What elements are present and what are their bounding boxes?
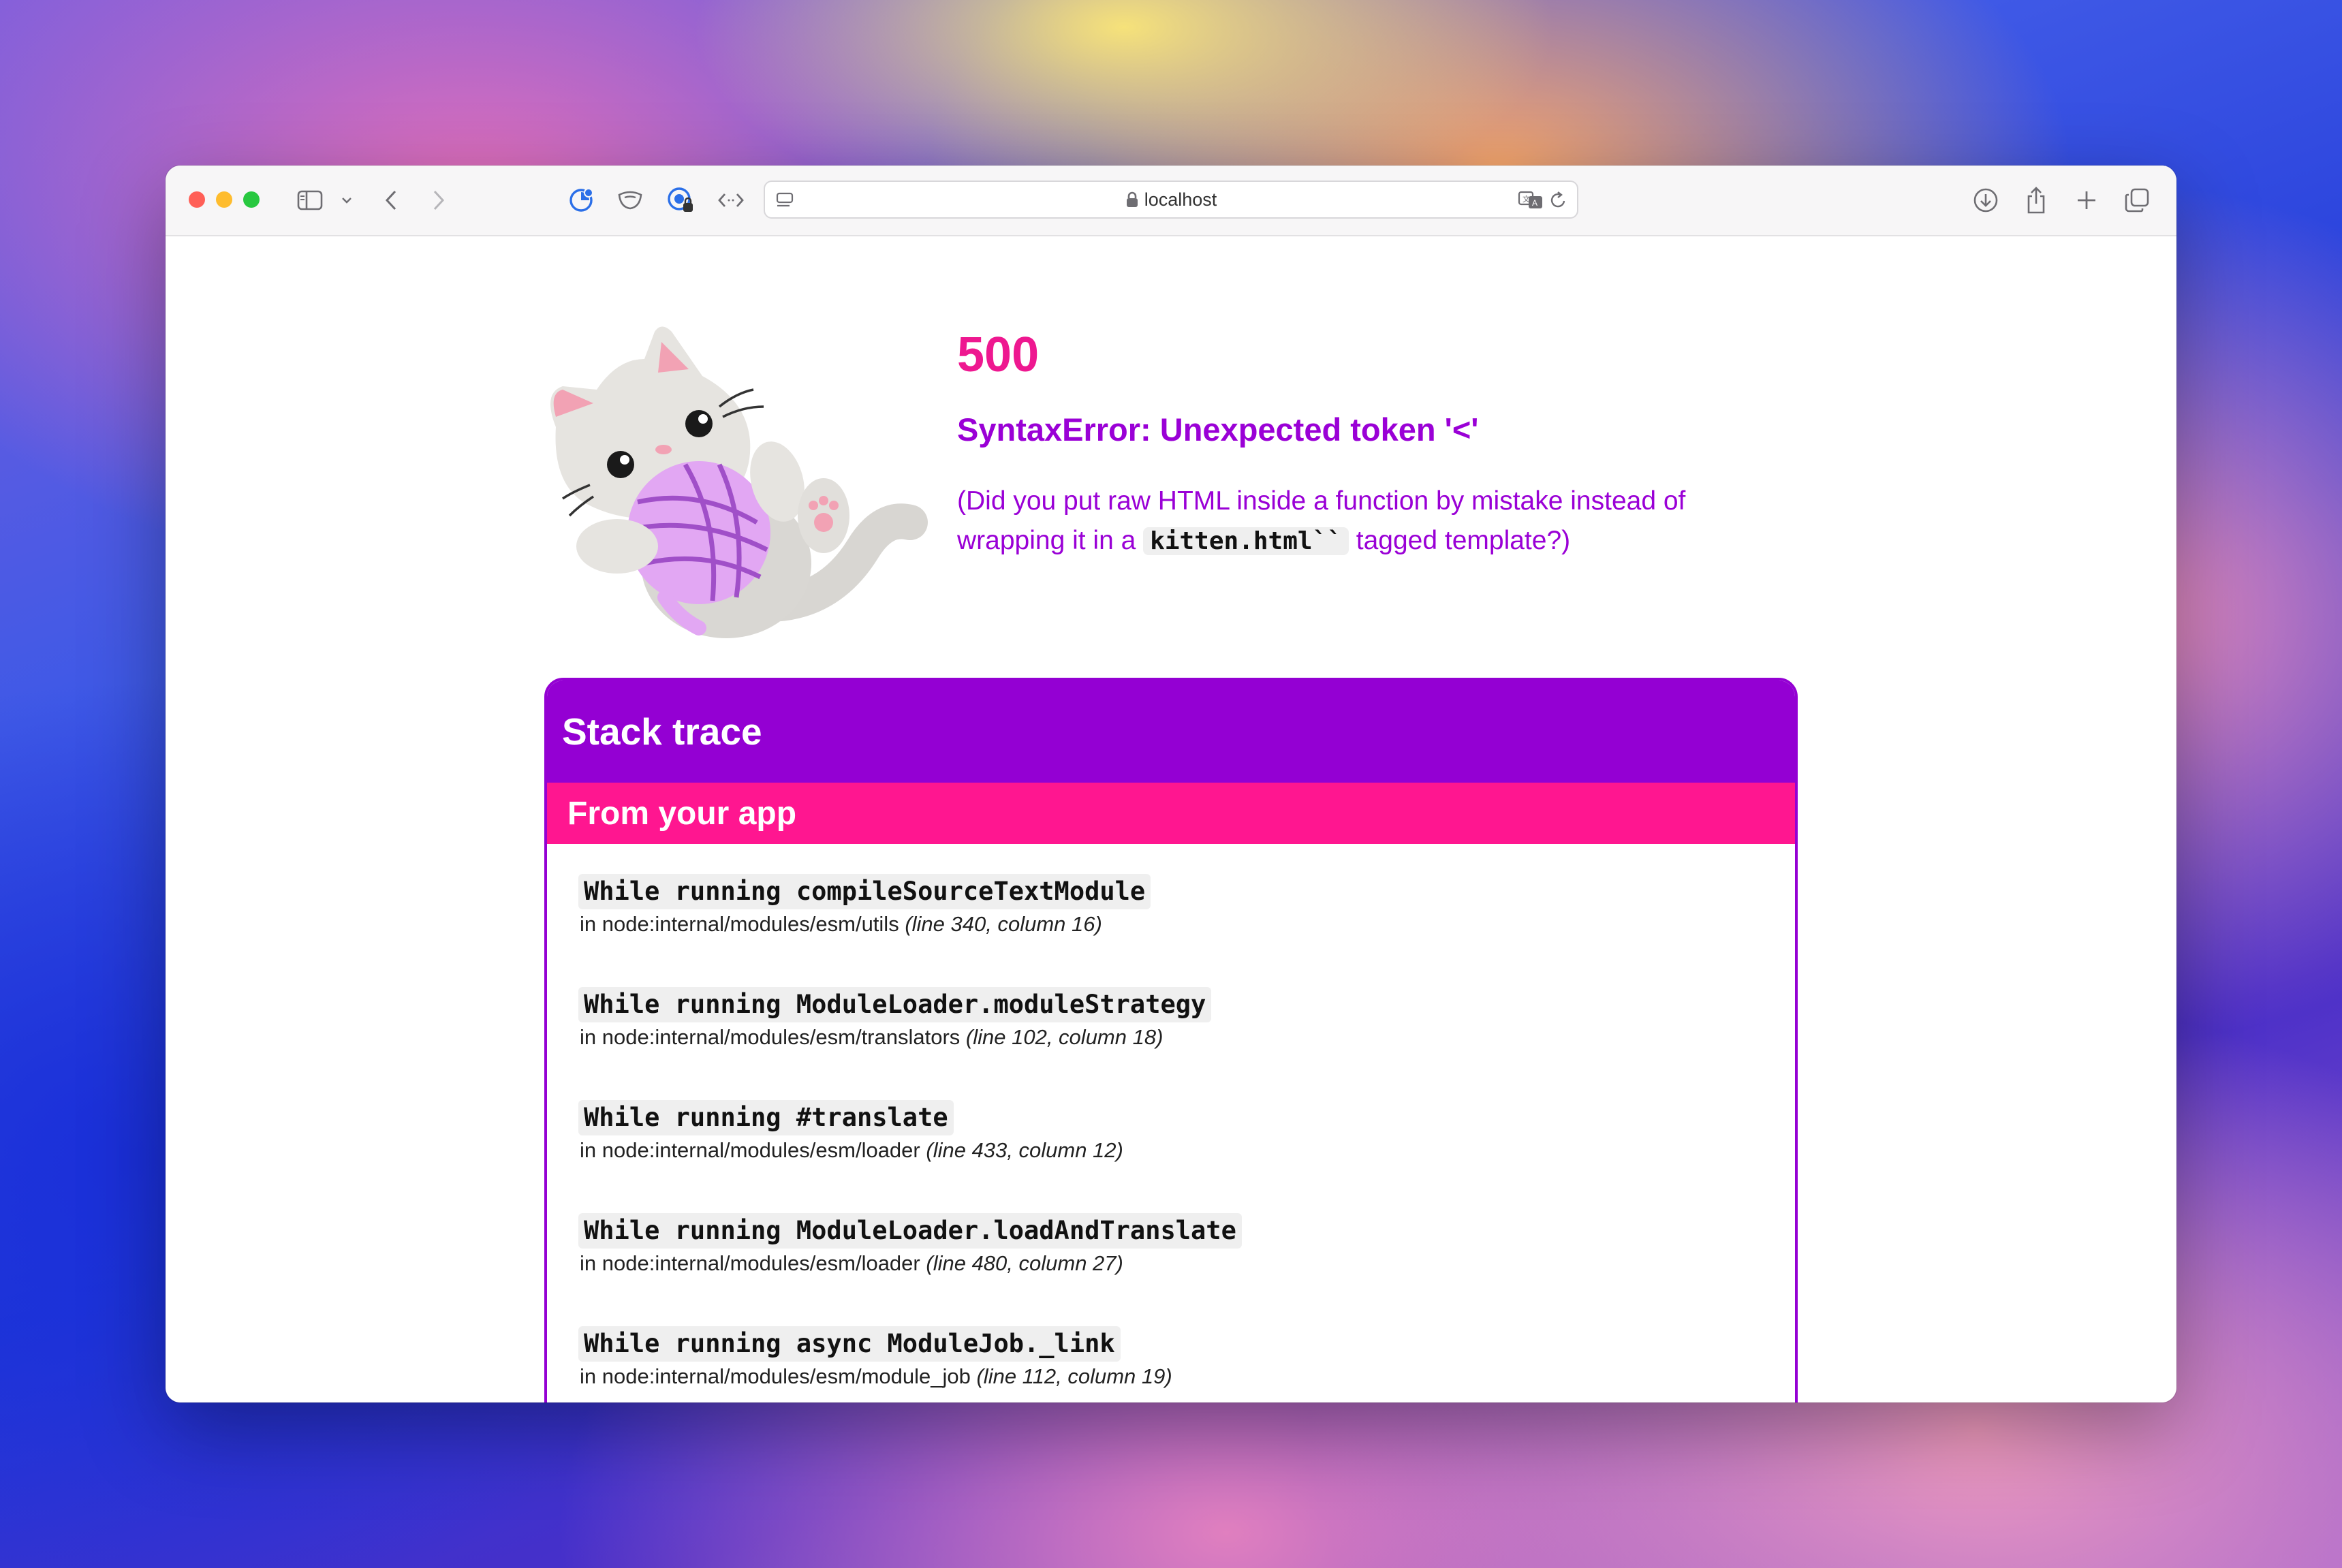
- extension-icon[interactable]: [566, 183, 596, 217]
- code-icon[interactable]: [716, 183, 746, 217]
- svg-text:A: A: [1532, 198, 1537, 208]
- url-text: localhost: [1144, 189, 1217, 210]
- stack-frame-function: While running #translate: [578, 1100, 954, 1135]
- stack-frame-position: (line 340, column 16): [905, 912, 1102, 936]
- browser-window: localhost 文A 500 SyntaxError: Unexpected…: [166, 166, 2176, 1402]
- stack-frame: While running ModuleLoader.loadAndTransl…: [578, 1213, 1795, 1326]
- stack-frame: While running #translate in node:interna…: [578, 1100, 1795, 1213]
- stack-frame-file: in node:internal/modules/esm/loader: [580, 1138, 920, 1162]
- translate-icon[interactable]: 文A: [1517, 183, 1544, 217]
- stack-frame-position: (line 433, column 12): [926, 1138, 1123, 1162]
- back-icon[interactable]: [382, 183, 400, 217]
- stack-frame-file: in node:internal/modules/esm/translators: [580, 1025, 961, 1049]
- lock-icon: [1125, 191, 1139, 208]
- reload-icon[interactable]: [1548, 183, 1569, 217]
- stack-frame: While running ModuleLoader.moduleStrateg…: [578, 987, 1795, 1100]
- stack-frame-function: While running compileSourceTextModule: [578, 874, 1151, 909]
- stack-frame-function: While running async ModuleJob._link: [578, 1326, 1121, 1362]
- url-display[interactable]: localhost: [765, 182, 1577, 217]
- error-hint-code: kitten.html``: [1143, 527, 1349, 555]
- stack-frame-location: in node:internal/modules/esm/loader (lin…: [578, 1251, 1795, 1276]
- stack-frame-function: While running ModuleLoader.moduleStrateg…: [578, 987, 1212, 1022]
- stack-frame-location: in node:internal/modules/esm/loader (lin…: [578, 1138, 1795, 1163]
- stack-frame-position: (line 480, column 27): [926, 1251, 1123, 1275]
- download-icon[interactable]: [1971, 183, 2001, 217]
- privacy-icon[interactable]: [615, 183, 645, 217]
- close-window-button[interactable]: [189, 191, 205, 208]
- minimize-window-button[interactable]: [216, 191, 232, 208]
- address-bar[interactable]: localhost 文A: [764, 181, 1578, 219]
- stack-frame-location: in node:internal/modules/esm/module_job …: [578, 1364, 1795, 1389]
- zoom-window-button[interactable]: [243, 191, 260, 208]
- stack-frame-position: (line 102, column 18): [965, 1025, 1164, 1049]
- browser-toolbar: localhost 文A: [166, 166, 2176, 236]
- stack-frame-file: in node:internal/modules/esm/loader: [580, 1251, 920, 1275]
- stack-trace-title: Stack trace: [547, 680, 1795, 783]
- stack-trace-panel: Stack trace From your app While running …: [544, 678, 1798, 1402]
- stack-section-title: From your app: [547, 783, 1795, 844]
- kitten-illustration: [550, 326, 928, 638]
- error-code: 500: [957, 328, 1040, 382]
- sidebar-icon[interactable]: [295, 183, 325, 217]
- stack-frame-function: While running ModuleLoader.loadAndTransl…: [578, 1213, 1242, 1249]
- stack-frames-list: While running compileSourceTextModule in…: [547, 844, 1795, 1402]
- share-icon[interactable]: [2023, 183, 2050, 217]
- stack-frame-location: in node:internal/modules/esm/translators…: [578, 1025, 1795, 1050]
- stack-frame: While running compileSourceTextModule in…: [578, 874, 1795, 987]
- stack-frame-file: in node:internal/modules/esm/module_job: [580, 1364, 971, 1388]
- forward-icon[interactable]: [430, 183, 448, 217]
- error-hint: (Did you put raw HTML inside a function …: [957, 482, 1775, 561]
- page-content: 500 SyntaxError: Unexpected token '<' (D…: [166, 236, 2176, 1402]
- stack-frame-file: in node:internal/modules/esm/utils: [580, 912, 899, 936]
- tabs-overview-icon[interactable]: [2122, 183, 2152, 217]
- stack-frame-location: in node:internal/modules/esm/utils (line…: [578, 912, 1795, 937]
- error-title: SyntaxError: Unexpected token '<': [957, 411, 1479, 448]
- error-hint-text-end: tagged template?): [1348, 526, 1571, 555]
- stack-frame: While running async ModuleJob._link in n…: [578, 1326, 1795, 1402]
- new-tab-icon[interactable]: [2073, 183, 2100, 217]
- password-icon[interactable]: [666, 183, 696, 217]
- svg-text:文: 文: [1523, 194, 1530, 204]
- stack-frame-position: (line 112, column 19): [976, 1364, 1172, 1388]
- chevron-down-icon[interactable]: [340, 183, 354, 217]
